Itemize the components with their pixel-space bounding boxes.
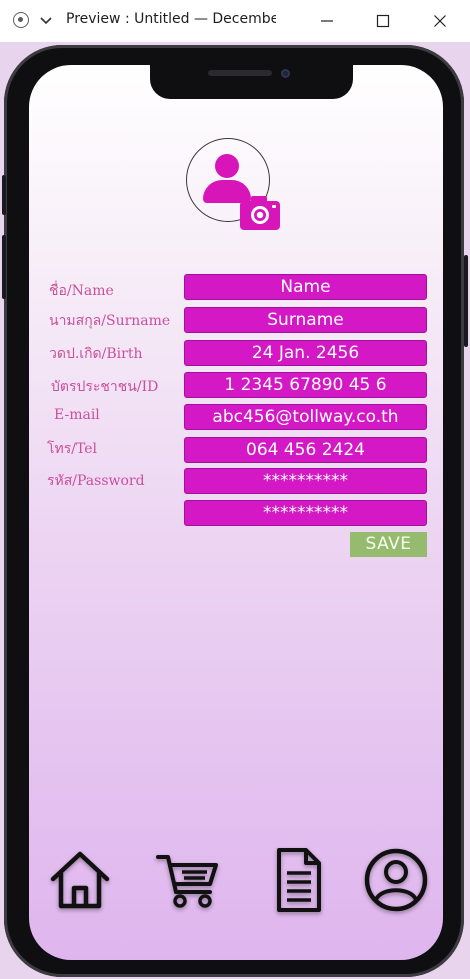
id-label: บัตรประชาชน/ID [51, 379, 159, 395]
phone-notch [150, 63, 353, 99]
birth-label: วดป.เกิด/Birth [49, 346, 143, 362]
nav-home-button[interactable] [46, 846, 114, 914]
phone-side-button [464, 255, 468, 347]
name-label: ชื่อ/Name [49, 283, 114, 299]
password-label: รหัส/Password [47, 473, 145, 489]
email-label: E-mail [54, 407, 100, 423]
nav-profile-button[interactable] [362, 846, 430, 914]
home-icon [50, 851, 110, 909]
window-titlebar: Preview : Untitled — December [0, 0, 470, 42]
maximize-icon [376, 14, 390, 28]
password-field[interactable]: ********** [184, 468, 427, 494]
tel-field[interactable]: 064 456 2424 [184, 437, 427, 463]
profile-icon [364, 848, 428, 912]
phone-side-button [2, 175, 6, 215]
surname-label: นามสกุล/Surname [49, 313, 171, 329]
document-icon [277, 848, 321, 912]
nav-document-button[interactable] [264, 846, 332, 914]
minimize-icon [321, 20, 333, 22]
save-button[interactable]: SAVE [350, 532, 427, 557]
name-field[interactable]: Name [184, 274, 427, 300]
birth-field[interactable]: 24 Jan. 2456 [184, 340, 427, 366]
surname-field[interactable]: Surname [184, 307, 427, 333]
minimize-button[interactable] [312, 6, 342, 36]
phone-side-button [2, 235, 6, 299]
nav-cart-button[interactable] [154, 846, 222, 914]
cart-icon [156, 855, 218, 908]
close-button[interactable] [425, 6, 455, 36]
id-field[interactable]: 1 2345 67890 45 6 [184, 372, 427, 398]
chevron-down-icon[interactable] [38, 12, 54, 28]
maximize-button[interactable] [368, 6, 398, 36]
close-icon [434, 15, 446, 27]
window-title: Preview : Untitled — December [66, 11, 276, 27]
app-icon[interactable] [13, 12, 29, 28]
tel-label: โทร/Tel [47, 441, 97, 457]
user-icon [215, 154, 239, 178]
camera-icon[interactable] [239, 195, 281, 231]
phone-speaker [208, 70, 272, 76]
email-field[interactable]: abc456@tollway.co.th [184, 404, 427, 430]
confirm-password-field[interactable]: ********** [184, 500, 427, 526]
phone-camera [281, 69, 290, 78]
